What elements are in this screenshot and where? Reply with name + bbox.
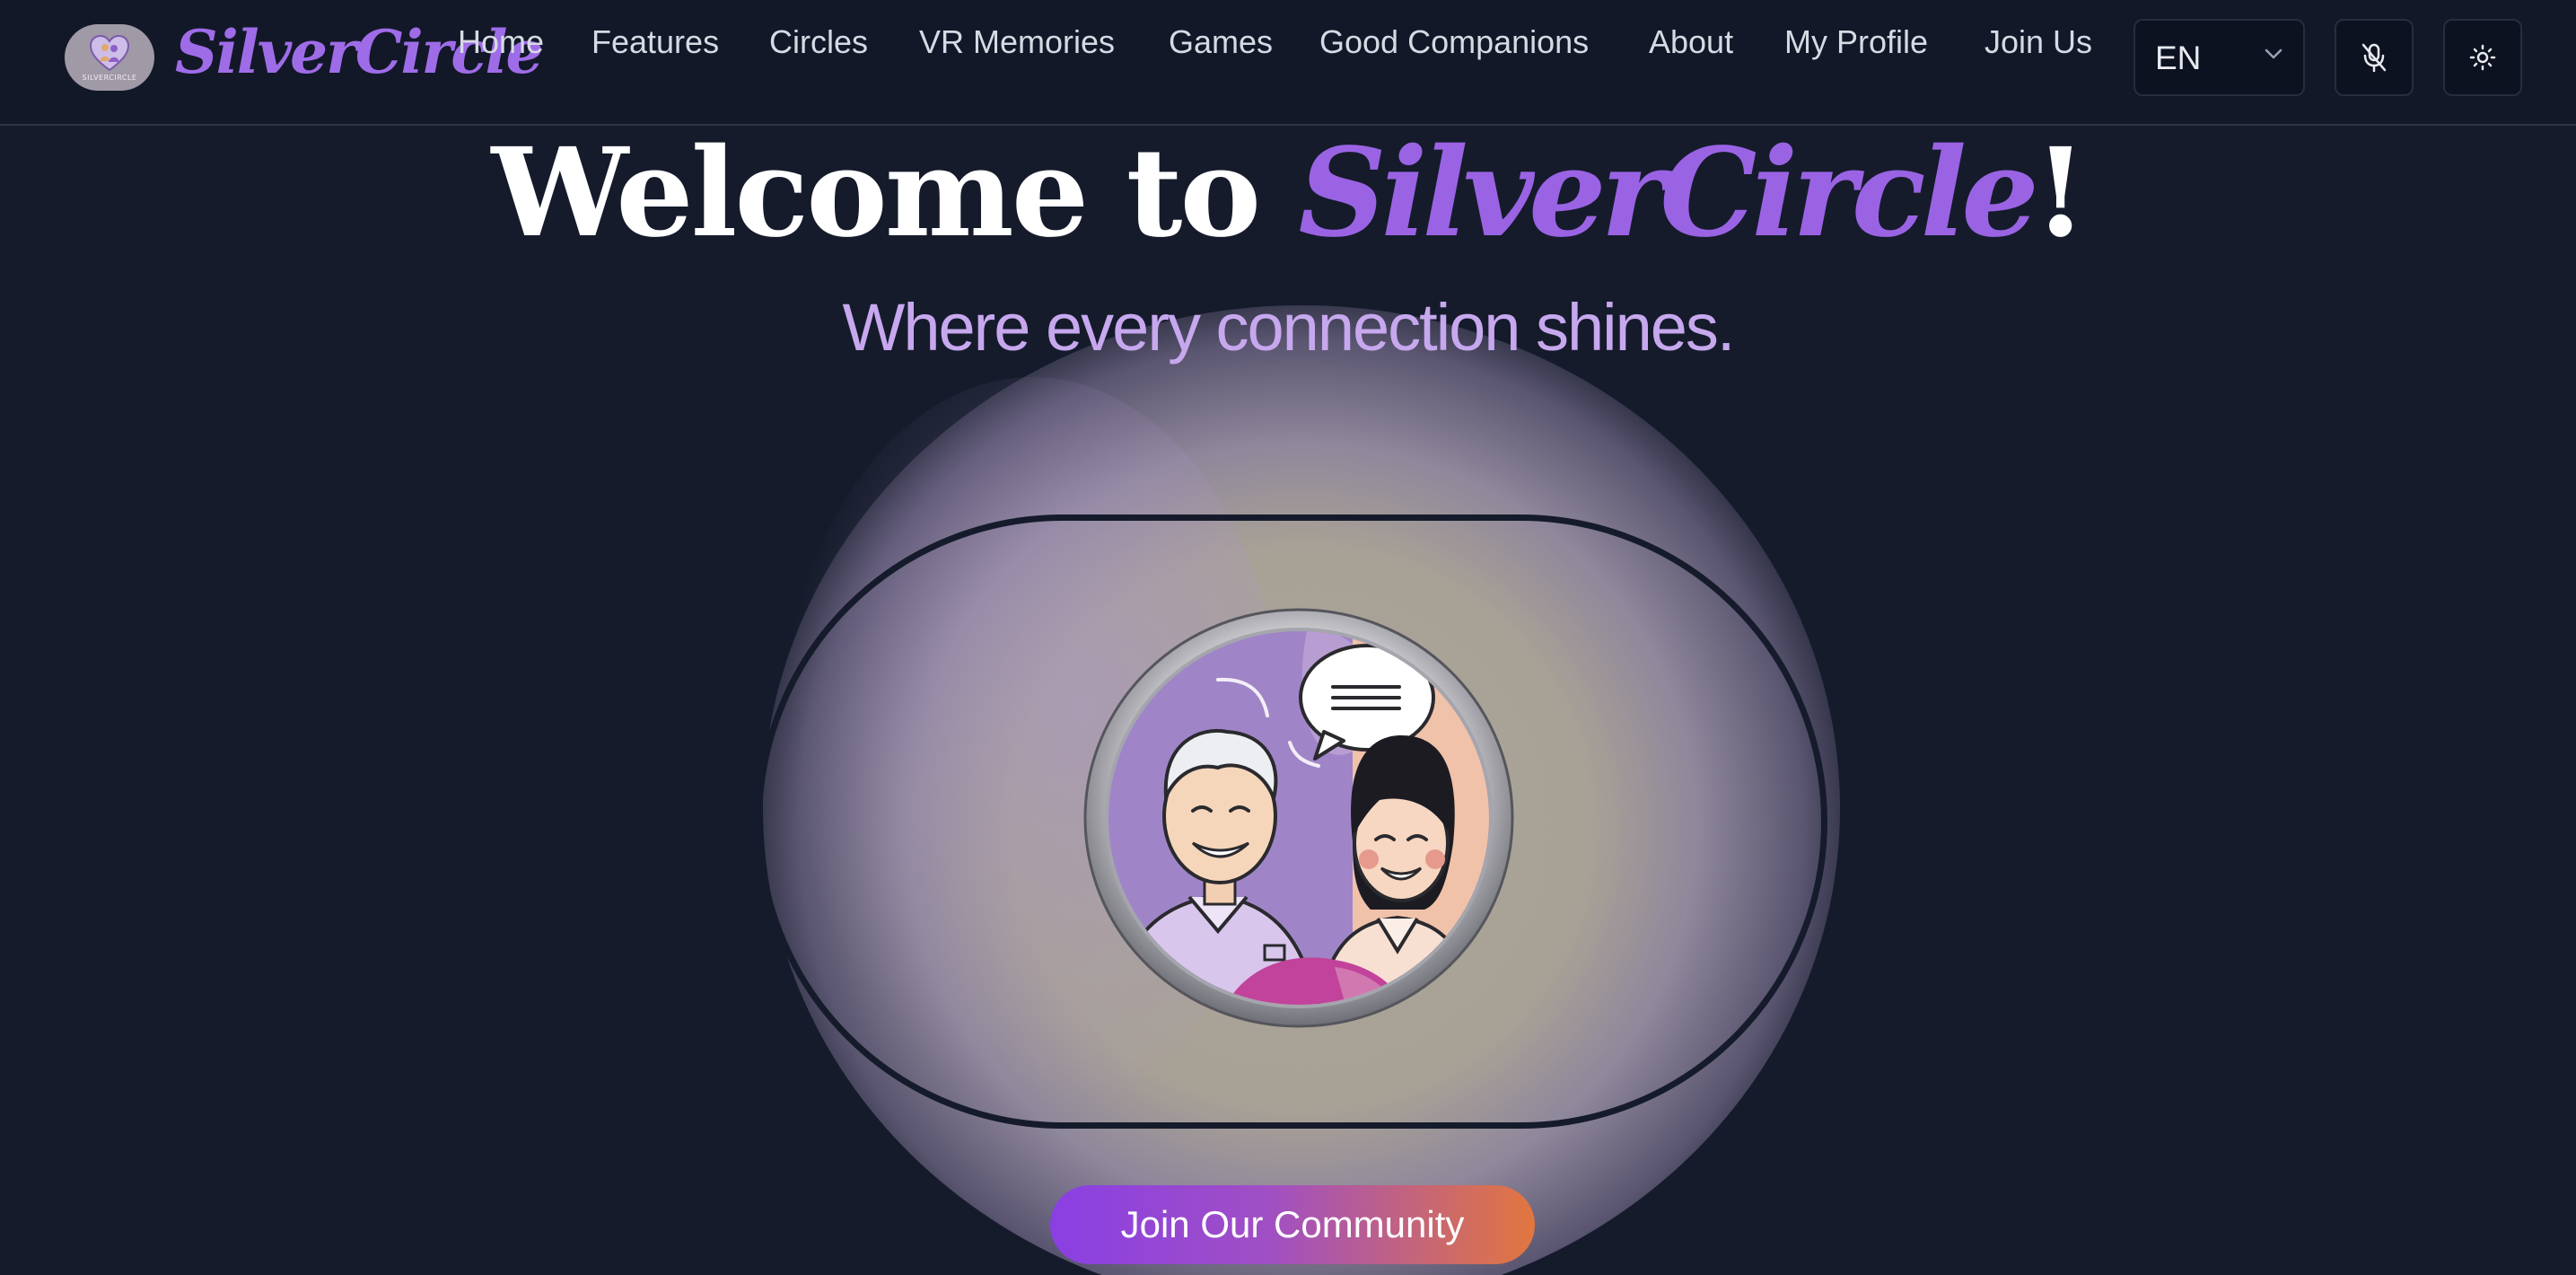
- hero-tagline: Where every connection shines.: [842, 290, 1736, 365]
- nav-item-vr-memories[interactable]: VR Memories: [919, 20, 1115, 65]
- nav-item-circles[interactable]: Circles: [769, 20, 868, 65]
- nav-item-games[interactable]: Games: [1169, 20, 1273, 65]
- hero-title-suffix: !: [2033, 121, 2088, 265]
- mic-off-icon: [2361, 43, 2387, 73]
- sun-icon: [2469, 44, 2496, 71]
- language-select[interactable]: EN: [2134, 19, 2305, 96]
- logo-caption: SILVERCIRCLE: [82, 73, 137, 82]
- hero-title-brand: SilverCircle: [1298, 121, 2039, 265]
- top-navigation-bar: SILVERCIRCLE SilverCircle Home Features …: [0, 0, 2576, 126]
- hero-title-prefix: Welcome to: [491, 121, 1299, 265]
- nav-item-good-companions[interactable]: Good Companions: [1319, 20, 1589, 65]
- logo[interactable]: SILVERCIRCLE: [65, 24, 154, 91]
- elderly-man-and-young-woman-chatting-illustration: [1083, 608, 1514, 1028]
- nav-item-features[interactable]: Features: [591, 20, 719, 65]
- nav-item-home[interactable]: Home: [458, 20, 544, 65]
- nav-item-about[interactable]: About: [1649, 20, 1733, 65]
- chevron-down-icon: [2265, 48, 2282, 59]
- language-value: EN: [2155, 40, 2202, 76]
- join-community-button[interactable]: Join Our Community: [1050, 1185, 1535, 1264]
- theme-toggle-button[interactable]: [2443, 19, 2522, 96]
- microphone-toggle-button[interactable]: [2335, 19, 2414, 96]
- hero-title: Welcome to SilverCircle!: [0, 126, 2576, 260]
- heart-people-logo-icon: [89, 34, 130, 71]
- page: SILVERCIRCLE SilverCircle Home Features …: [0, 0, 2576, 1275]
- nav-item-my-profile[interactable]: My Profile: [1784, 20, 1928, 65]
- nav-item-join-us[interactable]: Join Us: [1985, 20, 2092, 65]
